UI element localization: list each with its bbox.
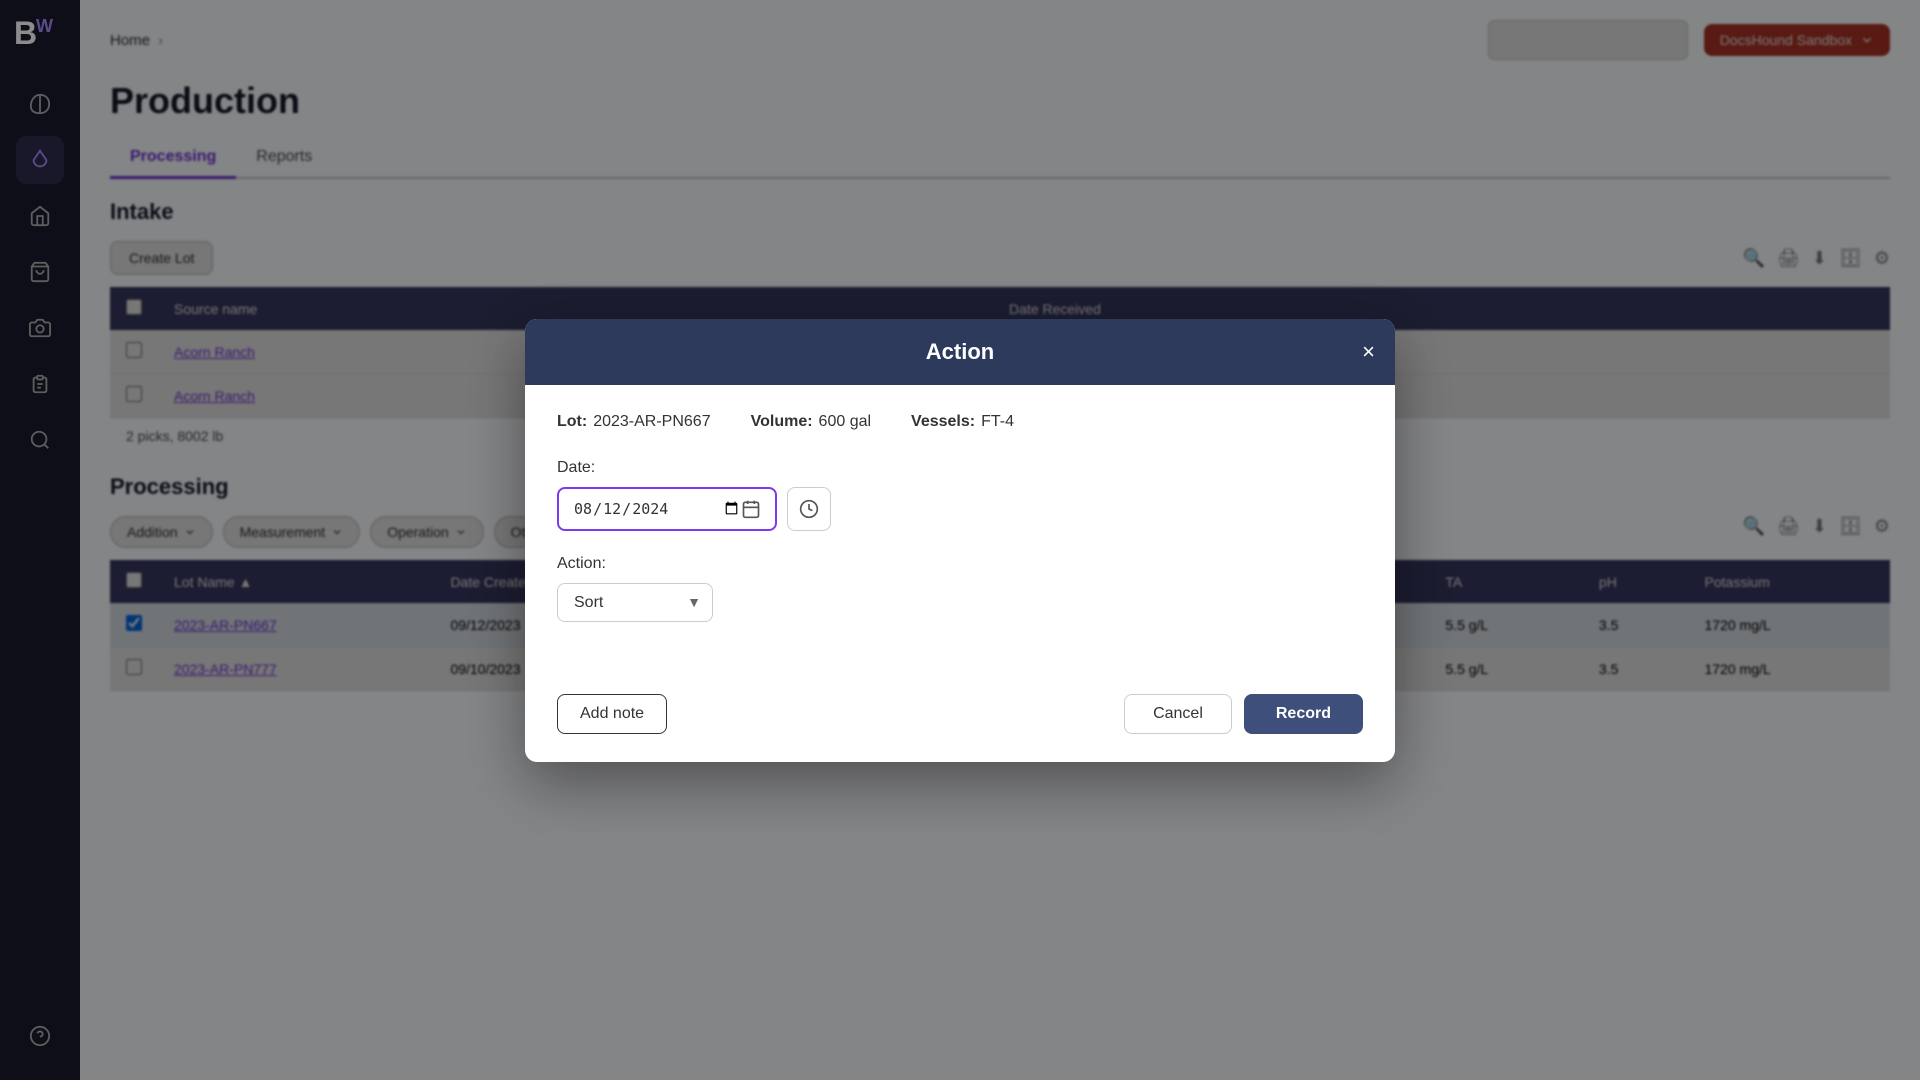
modal-footer-right: Cancel Record — [1124, 694, 1363, 734]
date-field-row — [557, 487, 1363, 531]
modal-close-button[interactable]: × — [1362, 341, 1375, 363]
modal-meta: Lot: 2023-AR-PN667 Volume: 600 gal Vesse… — [557, 413, 1363, 431]
action-modal: Action × Lot: 2023-AR-PN667 Volume: 600 … — [525, 319, 1395, 762]
modal-lot-value: 2023-AR-PN667 — [593, 413, 710, 431]
modal-overlay: Action × Lot: 2023-AR-PN667 Volume: 600 … — [0, 0, 1920, 1080]
record-button[interactable]: Record — [1244, 694, 1363, 734]
modal-footer: Add note Cancel Record — [525, 674, 1395, 762]
action-field-group: Action: Sort Crush Press Ferment Additio… — [557, 555, 1363, 622]
action-select[interactable]: Sort Crush Press Ferment Addition Measur… — [557, 583, 713, 622]
modal-body: Lot: 2023-AR-PN667 Volume: 600 gal Vesse… — [525, 385, 1395, 674]
date-field-group: Date: — [557, 459, 1363, 531]
modal-vessels-value: FT-4 — [981, 413, 1014, 431]
modal-title: Action — [926, 339, 994, 365]
add-note-button[interactable]: Add note — [557, 694, 667, 734]
date-input-wrapper[interactable] — [557, 487, 777, 531]
date-input[interactable] — [573, 499, 741, 519]
modal-volume-value: 600 gal — [819, 413, 872, 431]
time-button[interactable] — [787, 487, 831, 531]
action-label: Action: — [557, 555, 1363, 573]
modal-lot: Lot: 2023-AR-PN667 — [557, 413, 711, 431]
modal-vessels: Vessels: FT-4 — [911, 413, 1014, 431]
modal-volume: Volume: 600 gal — [751, 413, 871, 431]
modal-header: Action × — [525, 319, 1395, 385]
date-label: Date: — [557, 459, 1363, 477]
cancel-button[interactable]: Cancel — [1124, 694, 1232, 734]
action-select-wrapper: Sort Crush Press Ferment Addition Measur… — [557, 583, 713, 622]
